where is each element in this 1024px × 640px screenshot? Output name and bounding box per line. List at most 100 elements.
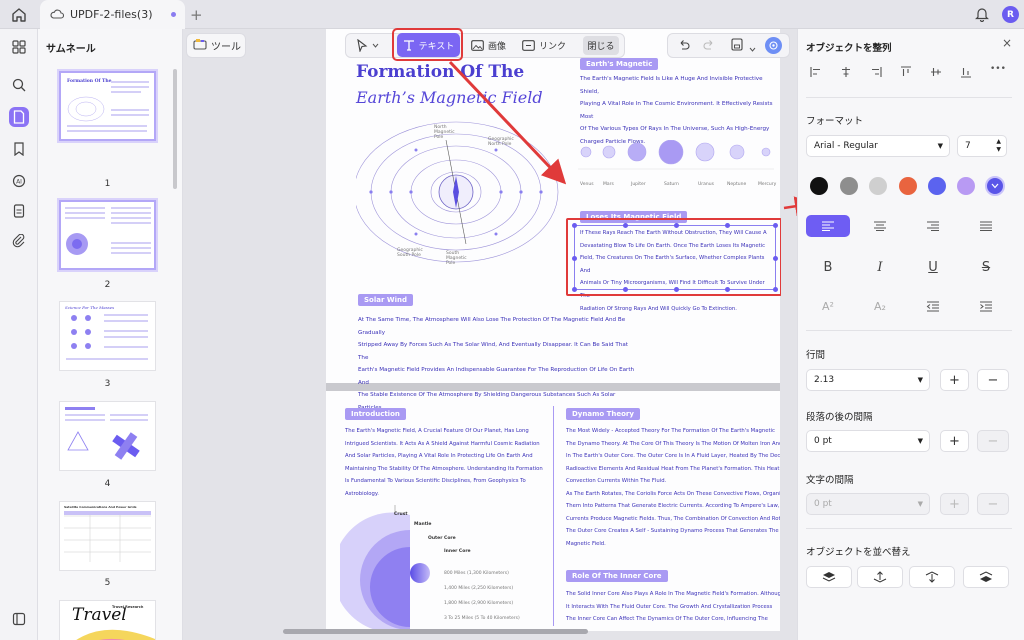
svg-text:AI: AI bbox=[16, 179, 22, 186]
bring-forward-icon[interactable] bbox=[857, 566, 903, 588]
earth-magnetic-paragraph[interactable]: The Earth's Magnetic Field Is Like A Hug… bbox=[580, 73, 776, 148]
section-tag-introduction[interactable]: Introduction bbox=[345, 408, 406, 420]
avatar[interactable]: R bbox=[1002, 6, 1019, 23]
section-tag-inner-core[interactable]: Role Of The Inner Core bbox=[566, 570, 668, 582]
color-swatch-gray[interactable] bbox=[840, 177, 858, 195]
attachment-icon[interactable] bbox=[9, 231, 29, 251]
superscript-button[interactable]: A² bbox=[806, 295, 850, 317]
redo-icon[interactable] bbox=[703, 39, 715, 53]
text-line: Stripped Away By Forces Such As The Sola… bbox=[358, 342, 628, 361]
thumbnail-page-1[interactable]: Formation Of The bbox=[59, 71, 156, 141]
strikethrough-button[interactable]: S bbox=[964, 256, 1008, 278]
bold-button[interactable]: B bbox=[806, 256, 850, 278]
bring-to-front-icon[interactable] bbox=[806, 566, 852, 588]
home-icon[interactable] bbox=[11, 7, 27, 26]
thumbnail-page-6[interactable]: Travel Travel Research bbox=[59, 600, 156, 640]
select-tool[interactable] bbox=[356, 37, 379, 54]
solar-wind-paragraph[interactable]: At The Same Time, The Atmosphere Will Al… bbox=[358, 314, 638, 414]
color-swatch-orange[interactable] bbox=[899, 177, 917, 195]
text-tool-label: テキスト bbox=[418, 41, 455, 52]
font-family-select[interactable]: Arial - Regular ▼ bbox=[806, 135, 950, 157]
align-bottom-icon[interactable] bbox=[960, 66, 972, 81]
thumbnail-page-3[interactable]: Science For The Masses bbox=[59, 301, 156, 371]
chevron-down-icon[interactable] bbox=[749, 42, 756, 55]
grid-icon[interactable] bbox=[9, 37, 29, 57]
align-center-v-icon[interactable] bbox=[930, 66, 942, 81]
line-spacing-increase-button[interactable]: + bbox=[940, 369, 969, 391]
ai-assistant-icon[interactable] bbox=[765, 37, 782, 54]
underline-button[interactable]: U bbox=[911, 256, 955, 278]
italic-button[interactable]: I bbox=[858, 256, 902, 278]
send-backward-icon[interactable] bbox=[909, 566, 955, 588]
text-align-left-button[interactable] bbox=[806, 215, 850, 237]
align-left-icon[interactable] bbox=[810, 66, 822, 81]
section-tag-dynamo[interactable]: Dynamo Theory bbox=[566, 408, 640, 420]
text-line: Playing A Vital Role In The Cosmic Envir… bbox=[580, 101, 773, 120]
link-tool-button[interactable]: リンク bbox=[522, 37, 566, 54]
align-center-h-icon[interactable] bbox=[840, 66, 852, 81]
image-tool-button[interactable]: 画像 bbox=[471, 37, 506, 54]
subscript-button[interactable]: A₂ bbox=[858, 295, 902, 317]
page-title-line-1[interactable]: Formation Of The bbox=[356, 62, 524, 82]
outdent-icon[interactable] bbox=[911, 295, 955, 317]
paragraph-after-select[interactable]: 0 pt ▼ bbox=[806, 430, 930, 452]
inner-core-paragraph[interactable]: The Solid Inner Core Also Plays A Role I… bbox=[566, 588, 780, 626]
indent-icon[interactable] bbox=[964, 295, 1008, 317]
character-spacing-decrease-button[interactable]: − bbox=[977, 493, 1009, 515]
save-icon[interactable] bbox=[731, 38, 743, 54]
align-right-icon[interactable] bbox=[870, 66, 882, 81]
text-line: Convection Currents Within The Fluid. bbox=[566, 478, 667, 484]
font-size-value: 7 bbox=[965, 141, 971, 151]
text-line: In The Earth's Outer Core. The Outer Cor… bbox=[566, 453, 780, 459]
text-align-center-button[interactable] bbox=[858, 215, 902, 237]
dynamo-paragraph[interactable]: The Most Widely - Accepted Theory For Th… bbox=[566, 425, 780, 550]
color-swatch-blue[interactable] bbox=[928, 177, 946, 195]
cursor-icon bbox=[357, 39, 368, 52]
text-line: Radioactive Elements And Residual Heat F… bbox=[566, 465, 780, 472]
line-spacing-select[interactable]: 2.13 ▼ bbox=[806, 369, 930, 391]
color-swatch-light-gray[interactable] bbox=[869, 177, 887, 195]
text-align-right-button[interactable] bbox=[911, 215, 955, 237]
search-icon[interactable] bbox=[9, 75, 29, 95]
color-swatch-black[interactable] bbox=[810, 177, 828, 195]
line-spacing-decrease-button[interactable]: − bbox=[977, 369, 1009, 391]
paragraph-after-increase-button[interactable]: + bbox=[940, 430, 969, 452]
forms-icon[interactable] bbox=[9, 201, 29, 221]
layers-icon[interactable] bbox=[9, 609, 29, 629]
more-options-icon[interactable]: ••• bbox=[990, 64, 1006, 74]
text-line: The Solid Inner Core Also Plays A Role I… bbox=[566, 591, 780, 597]
section-tag-solar-wind[interactable]: Solar Wind bbox=[358, 294, 413, 306]
close-edit-button[interactable]: 閉じる bbox=[583, 36, 619, 55]
planet-label: Neptune bbox=[727, 182, 747, 187]
color-picker-button[interactable] bbox=[985, 176, 1005, 196]
text-tool-button[interactable]: テキスト bbox=[397, 33, 460, 57]
edit-pdf-icon[interactable] bbox=[9, 107, 29, 127]
page-title-line-2[interactable]: Earth’s Magnetic Field bbox=[356, 88, 543, 107]
paragraph-after-decrease-button[interactable]: − bbox=[977, 430, 1009, 452]
color-swatch-lavender[interactable] bbox=[957, 177, 975, 195]
core-label-mantle: Mantle bbox=[414, 522, 432, 527]
section-tag-earth-magnetic[interactable]: Earth's Magnetic bbox=[580, 58, 659, 70]
thumbnail-scrollbar[interactable] bbox=[173, 69, 177, 189]
send-to-back-icon[interactable] bbox=[963, 566, 1009, 588]
new-tab-button[interactable]: + bbox=[190, 6, 203, 24]
document-tab[interactable]: UPDF-2-files(3) bbox=[40, 0, 185, 29]
font-size-stepper[interactable]: 7 ▲ ▼ bbox=[957, 135, 1007, 157]
thumbnail-page-2[interactable] bbox=[59, 200, 156, 270]
text-align-justify-button[interactable] bbox=[964, 215, 1008, 237]
thumbnail-page-5[interactable]: Satellite Communications And Power Grids bbox=[59, 501, 156, 571]
thumbnail-page-4[interactable] bbox=[59, 401, 156, 471]
horizontal-scrollbar[interactable] bbox=[283, 629, 588, 634]
bookmark-icon[interactable] bbox=[9, 139, 29, 159]
align-top-icon[interactable] bbox=[900, 66, 912, 81]
bell-icon[interactable] bbox=[975, 6, 989, 25]
text-line: The Dynamo Theory. At The Core Of This T… bbox=[566, 440, 780, 447]
character-spacing-increase-button[interactable]: + bbox=[940, 493, 969, 515]
close-panel-button[interactable]: × bbox=[1002, 36, 1012, 50]
text-line: The Outer Core Creates A Self - Sustaini… bbox=[566, 528, 780, 534]
introduction-paragraph[interactable]: The Earth's Magnetic Field, A Crucial Fe… bbox=[345, 425, 545, 500]
character-spacing-select[interactable]: 0 pt ▼ bbox=[806, 493, 930, 515]
tools-button[interactable]: ツール bbox=[186, 33, 246, 58]
undo-icon[interactable] bbox=[678, 39, 690, 53]
comment-icon[interactable]: AI bbox=[9, 171, 29, 191]
